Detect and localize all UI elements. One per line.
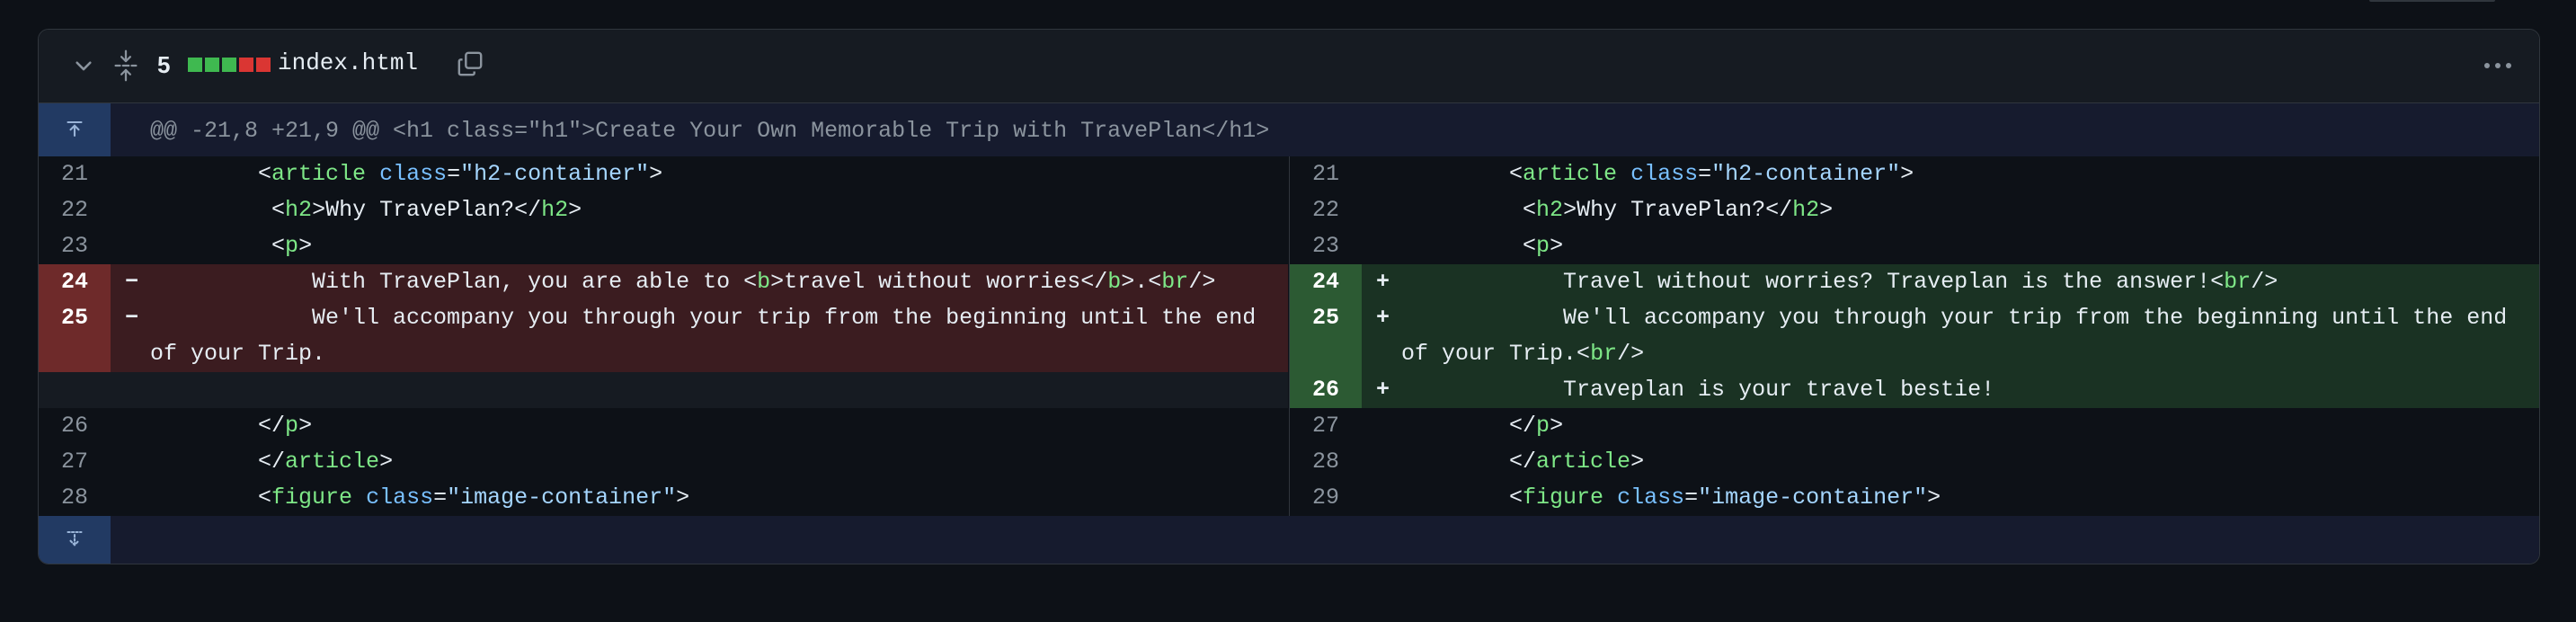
hunk-header-text: @@ -21,8 +21,9 @@ <h1 class="h1">Create … — [150, 118, 1270, 144]
expand-down-icon[interactable] — [39, 516, 111, 564]
diff-line-left — [39, 372, 1288, 408]
diff-line-right: 23 <p> — [1290, 228, 2539, 264]
line-number[interactable]: 25 — [1290, 300, 1362, 372]
diff-line-left: 26 </p> — [39, 408, 1288, 444]
deletion-marker: − — [125, 305, 139, 331]
code-text: With TravePlan, you are able to <b>trave… — [150, 269, 1216, 295]
chevron-down-icon[interactable] — [71, 53, 96, 78]
code-text: <article class="h2-container"> — [258, 161, 663, 187]
line-number[interactable]: 24 — [1290, 264, 1362, 300]
diff-line-left: 23 <p> — [39, 228, 1288, 264]
code-text: <h2>Why TravePlan?</h2> — [271, 197, 582, 223]
diff-line-right: 29 <figure class="image-container"> — [1290, 480, 2539, 516]
line-number[interactable]: 27 — [39, 444, 111, 480]
expand-down-row — [39, 516, 2539, 564]
diff-right-side: 21 <article class="h2-container"> 22 <h2>… — [1290, 156, 2539, 516]
line-number[interactable]: 29 — [1290, 480, 1362, 516]
line-number[interactable]: 23 — [39, 228, 111, 264]
copy-icon[interactable] — [454, 48, 486, 80]
code-text: <p> — [271, 233, 313, 259]
kebab-horizontal-icon[interactable] — [2480, 49, 2516, 82]
line-number[interactable]: 21 — [39, 156, 111, 192]
code-text: <figure class="image-container"> — [1509, 484, 1941, 511]
diff-left-side: 21 <article class="h2-container"> 22 <h2>… — [39, 156, 1288, 516]
line-number[interactable]: 22 — [1290, 192, 1362, 228]
expand-up-icon[interactable] — [39, 103, 111, 156]
line-number[interactable]: 28 — [39, 480, 111, 516]
change-count: 5 — [157, 51, 171, 78]
diff-line-left: 21 <article class="h2-container"> — [39, 156, 1288, 192]
code-text: <article class="h2-container"> — [1509, 161, 1914, 187]
code-text: We'll accompany you through your trip fr… — [150, 305, 1270, 367]
expand-all-icon[interactable] — [112, 48, 139, 84]
line-number[interactable] — [39, 372, 111, 408]
diffstat-block-add — [205, 58, 219, 72]
diff-line-right: 21 <article class="h2-container"> — [1290, 156, 2539, 192]
addition-marker: + — [1376, 377, 1390, 403]
file-name[interactable]: index.html — [278, 49, 418, 76]
code-text: Travel without worries? Traveplan is the… — [1401, 269, 2278, 295]
line-number[interactable]: 26 — [39, 408, 111, 444]
code-text: Traveplan is your travel bestie! — [1401, 377, 1995, 403]
code-text: </p> — [1509, 413, 1564, 439]
code-text: We'll accompany you through your trip fr… — [1401, 305, 2521, 367]
diff-line-right: 28 </article> — [1290, 444, 2539, 480]
diff-line-left: 28 <figure class="image-container"> — [39, 480, 1288, 516]
addition-marker: + — [1376, 305, 1390, 331]
file-header: 5 index.html — [39, 30, 2539, 103]
code-text: </article> — [258, 449, 394, 475]
diffstat-block-del — [239, 58, 253, 72]
code-text: <figure class="image-container"> — [258, 484, 690, 511]
addition-marker: + — [1376, 269, 1390, 295]
deletion-marker: − — [125, 269, 139, 295]
line-number[interactable]: 28 — [1290, 444, 1362, 480]
top-right-control — [2369, 0, 2495, 2]
diff-line-left: 22 <h2>Why TravePlan?</h2> — [39, 192, 1288, 228]
code-text: </article> — [1509, 449, 1645, 475]
diff-file-container: 5 index.html @@ -21,8 +21,9 @@ <h1 class… — [38, 29, 2540, 564]
line-number[interactable]: 21 — [1290, 156, 1362, 192]
diffstat-block-del — [256, 58, 271, 72]
diff-line-right: 25 + We'll accompany you through your tri… — [1290, 300, 2539, 372]
diffstat-blocks — [188, 58, 271, 72]
diff-line-left: 25− We'll accompany you through your tri… — [39, 300, 1288, 372]
diff-line-left: 27 </article> — [39, 444, 1288, 480]
diffstat-block-add — [222, 58, 236, 72]
diff-line-right: 24 + Travel without worries? Traveplan is… — [1290, 264, 2539, 300]
diff-line-right: 27 </p> — [1290, 408, 2539, 444]
line-number[interactable]: 26 — [1290, 372, 1362, 408]
code-text: </p> — [258, 413, 313, 439]
diff-line-left: 24− With TravePlan, you are able to <b>t… — [39, 264, 1288, 300]
code-text: <h2>Why TravePlan?</h2> — [1523, 197, 1834, 223]
hunk-header-row: @@ -21,8 +21,9 @@ <h1 class="h1">Create … — [39, 103, 2539, 156]
diff-line-right: 22 <h2>Why TravePlan?</h2> — [1290, 192, 2539, 228]
code-text: <p> — [1523, 233, 1564, 259]
diff-line-right: 26 + Traveplan is your travel bestie! — [1290, 372, 2539, 408]
diffstat-block-add — [188, 58, 202, 72]
line-number[interactable]: 25 — [39, 300, 111, 372]
line-number[interactable]: 23 — [1290, 228, 1362, 264]
line-number[interactable]: 27 — [1290, 408, 1362, 444]
line-number[interactable]: 24 — [39, 264, 111, 300]
line-number[interactable]: 22 — [39, 192, 111, 228]
